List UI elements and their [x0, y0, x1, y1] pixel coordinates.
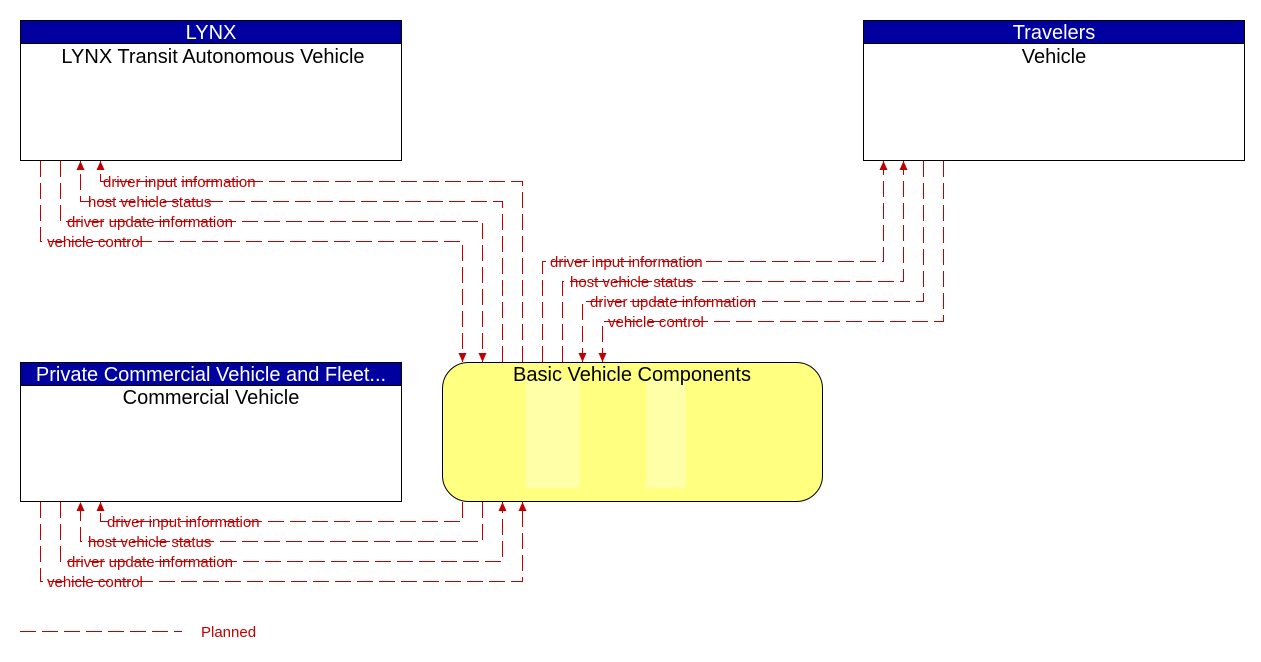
- lynx-name: LYNX Transit Autonomous Vehicle: [61, 46, 364, 68]
- flow-label[interactable]: driver input information: [550, 254, 703, 271]
- legend-planned-label: Planned: [201, 624, 256, 641]
- commercial-header: Private Commercial Vehicle and Fleet...: [36, 364, 386, 386]
- flow-label[interactable]: vehicle control: [608, 314, 704, 331]
- flow-label[interactable]: driver update information: [67, 554, 233, 571]
- flow-label[interactable]: host vehicle status: [88, 534, 211, 551]
- flow-label[interactable]: driver update information: [590, 294, 756, 311]
- flow-line[interactable]: [60, 502, 503, 562]
- arrow-up-icon: [76, 502, 85, 511]
- travelers-header: Travelers: [1013, 22, 1096, 44]
- architecture-diagram: LYNX LYNX Transit Autonomous Vehicle Tra…: [20, 20, 1245, 641]
- arrow-down-icon: [458, 353, 467, 362]
- flow-line[interactable]: [100, 161, 523, 362]
- arrow-down-icon: [578, 353, 587, 362]
- arrow-up-icon: [76, 161, 85, 170]
- flow-line[interactable]: [60, 161, 483, 362]
- flow-label[interactable]: driver input information: [107, 514, 260, 531]
- arrow-down-icon: [478, 353, 487, 362]
- arrow-up-icon: [498, 502, 507, 511]
- vehicle-element[interactable]: Travelers Vehicle: [863, 20, 1245, 161]
- arrow-up-icon: [879, 161, 888, 170]
- arrow-up-icon: [518, 502, 527, 511]
- flow-line[interactable]: [80, 161, 503, 362]
- arrow-down-icon: [598, 353, 607, 362]
- commercial-vehicle-element[interactable]: Private Commercial Vehicle and Fleet... …: [20, 362, 402, 502]
- vehicle-name: Vehicle: [1022, 46, 1087, 68]
- arrow-up-icon: [96, 502, 105, 511]
- commercial-vehicle-name: Commercial Vehicle: [123, 387, 300, 409]
- lynx-element[interactable]: LYNX LYNX Transit Autonomous Vehicle: [20, 20, 402, 161]
- flow-label[interactable]: host vehicle status: [570, 274, 693, 291]
- bvc-name: Basic Vehicle Components: [513, 364, 751, 386]
- flow-label[interactable]: vehicle control: [47, 574, 143, 591]
- arrow-up-icon: [96, 161, 105, 170]
- flow-label[interactable]: vehicle control: [47, 234, 143, 251]
- flow-label[interactable]: driver update information: [67, 214, 233, 231]
- basic-vehicle-components-element[interactable]: Basic Vehicle Components: [442, 362, 823, 502]
- flow-label[interactable]: host vehicle status: [88, 194, 211, 211]
- arrow-up-icon: [899, 161, 908, 170]
- flow-line[interactable]: [40, 161, 463, 362]
- lynx-header: LYNX: [186, 22, 237, 44]
- flow-label[interactable]: driver input information: [103, 174, 256, 191]
